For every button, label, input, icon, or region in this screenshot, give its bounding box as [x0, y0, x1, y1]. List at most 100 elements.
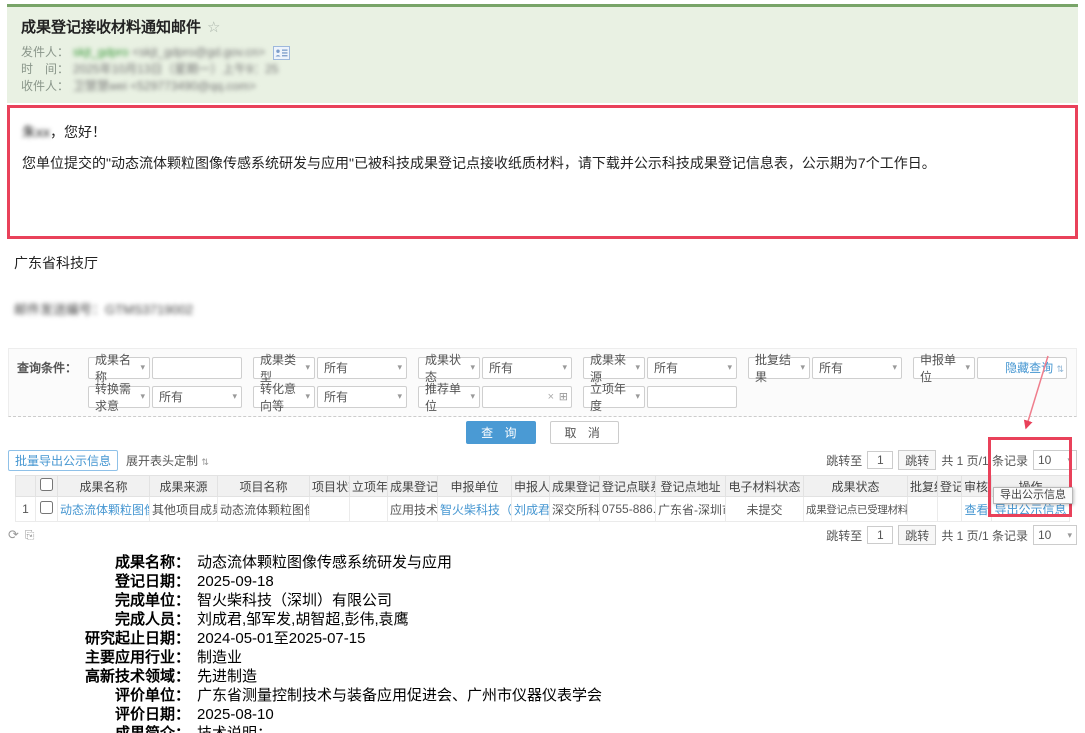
record-summary: 共 1 页/1 条记录: [941, 527, 1028, 544]
col-point-contact: 登记点联系人: [600, 476, 656, 497]
col-apply-unit: 申报单位: [438, 476, 512, 497]
chevron-down-icon: ▾: [1067, 455, 1072, 466]
org-picker-icon[interactable]: ⊞: [559, 390, 568, 403]
chevron-down-icon: ▾: [470, 391, 475, 402]
recipient-value: 卫慧慧wei <529773490@qq.com>: [73, 78, 256, 95]
field-select-transform-demand[interactable]: 转换需求意▾: [88, 386, 150, 408]
field-select-apply-unit[interactable]: 申报单位▾: [913, 357, 975, 379]
col-project-status: 项目状态: [310, 476, 350, 497]
col-applicant: 申报人: [512, 476, 550, 497]
chevron-down-icon: ▾: [635, 362, 640, 373]
copy-icon[interactable]: ⎘: [25, 528, 35, 543]
star-icon[interactable]: ☆: [207, 18, 220, 36]
top-pagination: 跳转至 跳转 共 1 页/1 条记录 10▾: [826, 450, 1077, 470]
detail-label: 成果名称：: [60, 553, 190, 572]
detail-value: 制造业: [190, 648, 242, 667]
index-header: [16, 476, 36, 497]
jump-button[interactable]: 跳转: [898, 525, 936, 545]
field-select-project-year[interactable]: 立项年度▾: [583, 386, 645, 408]
row-checkbox[interactable]: [40, 501, 53, 514]
chevron-down-icon: ▾: [892, 362, 897, 373]
cell-result-name-link[interactable]: 动态流体颗粒图像传感...: [58, 497, 150, 522]
search-button[interactable]: 查 询: [466, 421, 535, 444]
email-signature: 广东省科技厅: [14, 253, 1085, 273]
result-type-select[interactable]: 所有▾: [317, 357, 407, 379]
result-details: 成果名称：动态流体颗粒图像传感系统研发与应用 登记日期：2025-09-18 完…: [60, 553, 1085, 733]
page: 成果登记接收材料通知邮件 ☆ 发件人： skjt_gdpro <skjt_gdp…: [0, 0, 1085, 733]
col-register-type: 成果登记类型: [388, 476, 438, 497]
select-all-checkbox[interactable]: [40, 478, 53, 491]
chevron-down-icon: ▾: [965, 362, 970, 373]
page-size-select[interactable]: 10▾: [1033, 450, 1077, 470]
greeting-text: ，您好！: [50, 124, 106, 140]
chevron-down-icon: ▾: [305, 391, 310, 402]
batch-export-button[interactable]: 批量导出公示信息: [8, 450, 118, 471]
detail-label: 评价单位：: [60, 686, 190, 705]
hide-query-link[interactable]: 隐藏查询 ⇅: [1005, 359, 1064, 376]
table-header-row: 成果名称 成果来源 项目名称 项目状态 立项年度 成果登记类型 申报单位 申报人…: [16, 476, 1070, 497]
result-name-input[interactable]: [152, 357, 242, 379]
chevron-down-icon: ▾: [800, 362, 805, 373]
cell-ematerial-status: 未提交: [726, 497, 804, 522]
cell-point-contact: 0755-886...: [600, 497, 656, 522]
bottom-pagination: 跳转至 跳转 共 1 页/1 条记录 10▾: [826, 525, 1077, 545]
jump-label: 跳转至: [826, 452, 862, 469]
approval-result-select[interactable]: 所有▾: [812, 357, 902, 379]
expand-header-link[interactable]: 展开表头定制 ⇅: [126, 452, 209, 469]
cell-result-source: 其他项目成果: [150, 497, 218, 522]
detail-label: 主要应用行业：: [60, 648, 190, 667]
col-project-year: 立项年度: [350, 476, 388, 497]
detail-value: 动态流体颗粒图像传感系统研发与应用: [190, 553, 452, 572]
export-tooltip: 导出公示信息: [993, 487, 1073, 504]
cell-point-address: 广东省-深圳市: [656, 497, 726, 522]
email-body-annotation-box: 朱xx，您好！ 您单位提交的"动态流体颗粒图像传感系统研发与应用"已被科技成果登…: [7, 105, 1078, 239]
project-year-input[interactable]: [647, 386, 737, 408]
email-body-text: 您单位提交的"动态流体颗粒图像传感系统研发与应用"已被科技成果登记点接收纸质材料…: [22, 152, 1055, 174]
col-project-name: 项目名称: [218, 476, 310, 497]
email-subject: 成果登记接收材料通知邮件: [21, 16, 201, 37]
query-condition-label: 查询条件：: [17, 359, 77, 376]
transform-intent-select[interactable]: 所有▾: [317, 386, 407, 408]
contact-card-icon[interactable]: [273, 46, 290, 60]
col-register-no: 登记号: [938, 476, 962, 497]
cell-project-year: [350, 497, 388, 522]
field-select-transform-intent[interactable]: 转化意向等▾: [253, 386, 315, 408]
col-result-source: 成果来源: [150, 476, 218, 497]
field-select-recommend-unit[interactable]: 推荐单位▾: [418, 386, 480, 408]
chevron-down-icon: ▾: [397, 362, 402, 373]
result-source-select[interactable]: 所有▾: [647, 357, 737, 379]
cell-register-type: 应用技术: [388, 497, 438, 522]
field-select-result-name[interactable]: 成果名称▾: [88, 357, 150, 379]
col-result-status: 成果状态: [804, 476, 908, 497]
jump-button[interactable]: 跳转: [898, 450, 936, 470]
mail-send-number: 邮件发送编号：GTMS3719002: [14, 299, 1085, 318]
query-panel: 隐藏查询 ⇅ 查询条件： 成果名称▾ 成果类型▾ 所有▾ 成果状态▾ 所有▾ 成…: [8, 348, 1077, 417]
cancel-button[interactable]: 取 消: [550, 421, 619, 444]
row-index: 1: [16, 497, 36, 522]
detail-label: 评价日期：: [60, 705, 190, 724]
field-select-result-status[interactable]: 成果状态▾: [418, 357, 480, 379]
field-select-result-source[interactable]: 成果来源▾: [583, 357, 645, 379]
detail-value: 2025-09-18: [190, 572, 274, 591]
time-label: 时 间：: [21, 61, 69, 78]
cell-apply-unit-link[interactable]: 智火柴科技（深圳）有...: [438, 497, 512, 522]
refresh-icon[interactable]: ⟳: [8, 527, 19, 543]
page-size-select[interactable]: 10▾: [1033, 525, 1077, 545]
detail-label: 完成人员：: [60, 610, 190, 629]
cell-register-no: [938, 497, 962, 522]
view-link[interactable]: 查看: [962, 497, 992, 522]
chevron-down-icon: ▾: [232, 391, 237, 402]
field-select-result-type[interactable]: 成果类型▾: [253, 357, 315, 379]
greeting-name: 朱xx: [22, 124, 50, 140]
result-status-select[interactable]: 所有▾: [482, 357, 572, 379]
cell-result-status: 成果登记点已受理材料: [804, 497, 908, 522]
field-select-approval-result[interactable]: 批复结果▾: [748, 357, 810, 379]
col-register-point: 成果登记点: [550, 476, 600, 497]
transform-demand-select[interactable]: 所有▾: [152, 386, 242, 408]
page-jump-input[interactable]: [867, 451, 893, 469]
cell-applicant-link[interactable]: 刘成君: [512, 497, 550, 522]
detail-value: 2024-05-01至2025-07-15: [190, 629, 365, 648]
page-jump-input[interactable]: [867, 526, 893, 544]
detail-label: 成果简介：: [60, 724, 190, 733]
clear-icon[interactable]: ×: [548, 391, 554, 403]
